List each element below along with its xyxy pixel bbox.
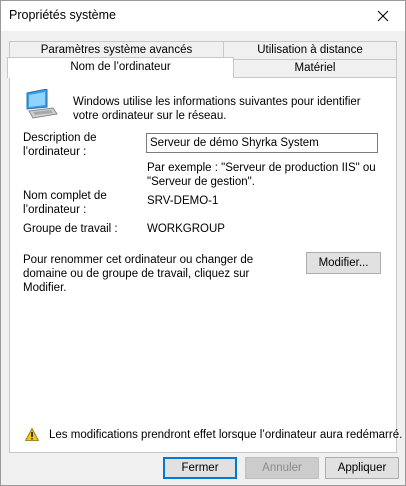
system-properties-window: Propriétés système Paramètres système av… [0,0,406,486]
title-bar: Propriétés système [1,1,405,31]
tab-label: Nom de l’ordinateur [70,61,171,73]
cancel-button[interactable]: Annuler [245,457,319,479]
tab-remote-access[interactable]: Utilisation à distance [223,41,397,60]
warning-icon [25,428,39,441]
workgroup-value: WORKGROUP [147,223,225,235]
workgroup-label: Groupe de travail : [23,223,118,235]
full-name-value: SRV-DEMO-1 [147,195,219,207]
description-example: Par exemple : "Serveur de production IIS… [147,162,376,188]
tab-label: Paramètres système avancés [40,44,193,56]
restart-warning-text: Les modifications prendront effet lorsqu… [49,429,403,441]
computer-icon [26,89,58,119]
rename-instructions: Pour renommer cet ordinateur ou changer … [23,254,254,294]
tab-label: Matériel [294,62,336,74]
window-title: Propriétés système [9,8,116,22]
description-input[interactable]: Serveur de démo Shyrka System [146,133,378,153]
apply-button[interactable]: Appliquer [325,457,399,479]
tab-hardware[interactable]: Matériel [233,59,397,78]
full-name-label: Nom complet de l’ordinateur : [23,190,107,216]
tab-computer-name[interactable]: Nom de l’ordinateur [7,57,234,78]
description-label: Description de l’ordinateur : [23,132,97,158]
close-dialog-button[interactable]: Fermer [163,457,237,479]
modify-button[interactable]: Modifier... [306,252,381,274]
intro-text: Windows utilise les informations suivant… [73,96,361,122]
tab-label: Utilisation à distance [257,44,363,56]
close-icon [377,10,389,22]
close-button[interactable] [361,1,405,31]
